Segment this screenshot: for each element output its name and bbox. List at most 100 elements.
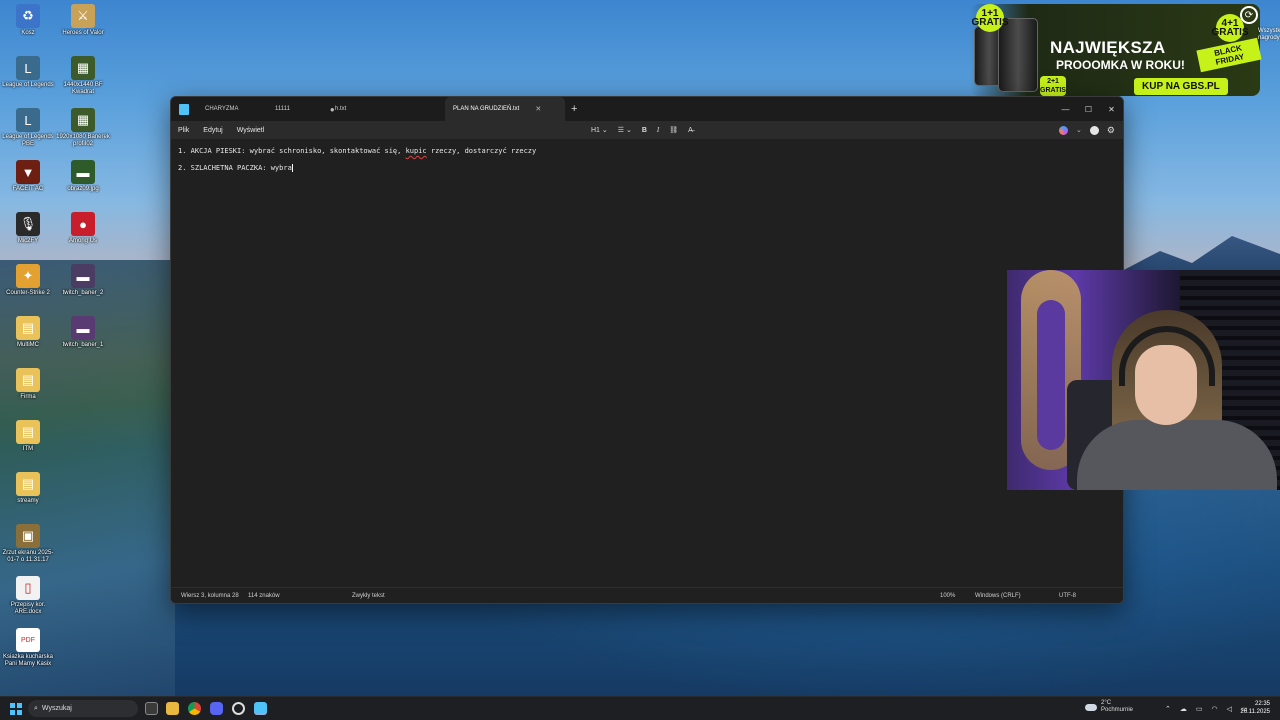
webcam-overlay bbox=[1007, 270, 1280, 490]
bold-button[interactable]: B bbox=[642, 127, 647, 134]
desktop-icon-glyph: ▬ bbox=[71, 264, 95, 288]
settings-gear-icon[interactable]: ⚙ bbox=[1107, 125, 1115, 136]
zoom-level[interactable]: 100% bbox=[940, 593, 955, 599]
encoding[interactable]: UTF-8 bbox=[1059, 593, 1076, 599]
editor-line-1: 1. AKCJA PIESKI: wybrać schronisko, skon… bbox=[178, 143, 1116, 160]
maximize-button[interactable]: ☐ bbox=[1077, 97, 1100, 121]
menu-view[interactable]: Wyświetl bbox=[237, 127, 265, 134]
desktop-icon[interactable]: ⚔ Heroes of Valor bbox=[55, 4, 111, 37]
desktop-icon[interactable]: ▣ Zrzut ekranu 2025-01-7 o 11.31.17 bbox=[0, 524, 56, 564]
italic-button[interactable]: I bbox=[657, 126, 659, 134]
desktop-icon-glyph: L bbox=[16, 108, 40, 132]
energy-drink-can-icon bbox=[998, 18, 1038, 92]
taskbar-search[interactable]: ⌕ Wyszukaj bbox=[28, 700, 138, 717]
desktop-icon-glyph: PDF bbox=[16, 628, 40, 652]
desktop-icon[interactable]: ▬ twitch_baner_1 bbox=[55, 316, 111, 349]
desktop-icon-glyph: ▤ bbox=[16, 472, 40, 496]
desktop-icon[interactable]: 🎙 Mic2FY bbox=[0, 212, 56, 245]
desktop-icon-glyph: ▬ bbox=[71, 316, 95, 340]
tab-label: 11111 bbox=[275, 106, 290, 112]
clock[interactable]: 22:35 26.11.2025 bbox=[1240, 700, 1270, 716]
line-ending[interactable]: Windows (CRLF) bbox=[975, 593, 1021, 599]
wifi-icon[interactable]: ◠ bbox=[1212, 705, 1218, 713]
close-tab-icon[interactable]: ✕ bbox=[535, 105, 541, 113]
heading-dropdown[interactable]: H1 ⌄ bbox=[591, 126, 608, 134]
title-bar: CHARYZMA 11111 ● h.txt PLAN NA GRUDZIEŃ.… bbox=[171, 97, 1123, 121]
desktop-icon-glyph: ▬ bbox=[71, 160, 95, 184]
taskbar: ⌕ Wyszukaj 2°C Pochmurnie ⌃ ☁ ▭ ◠ ◁ ▭ 22… bbox=[0, 696, 1280, 720]
chrome-icon[interactable] bbox=[188, 702, 201, 715]
obs-icon[interactable] bbox=[232, 702, 245, 715]
text-caret bbox=[291, 164, 293, 172]
cursor-position: Wiersz 3, kolumna 28 bbox=[181, 592, 239, 599]
minimize-button[interactable]: — bbox=[1054, 97, 1077, 121]
desktop-icon[interactable]: ✦ Counter-Strike 2 bbox=[0, 264, 56, 297]
desktop-icon[interactable]: ▤ MultiMC bbox=[0, 316, 56, 349]
volume-icon[interactable]: ◁ bbox=[1227, 705, 1232, 713]
desktop-icon[interactable]: ▦ 1920x1080 Banerek profiI02 bbox=[55, 108, 111, 148]
desktop-icon[interactable]: ▬ twitch_baner_2 bbox=[55, 264, 111, 297]
desktop-icon[interactable]: ▼ FACEIT AC bbox=[0, 160, 56, 193]
desktop-icon-label: 1920x1080 Banerek profiI02 bbox=[56, 134, 110, 147]
status-bar: Wiersz 3, kolumna 28 114 znaków Zwykły t… bbox=[171, 587, 1123, 603]
desktop-icon[interactable]: PDF Ksiazka kucharska Pani Mamy Kasix bbox=[0, 628, 56, 668]
desktop-icon-label: Ksiazka kucharska Pani Mamy Kasix bbox=[2, 654, 54, 667]
desktop-icon-glyph: ✦ bbox=[16, 264, 40, 288]
editor-line-2: 2. SZLACHETNA PACZKA: wybra bbox=[178, 160, 1116, 177]
text-format[interactable]: Zwykły tekst bbox=[352, 593, 385, 599]
desktop-icon-label: obraz09.jpg bbox=[67, 186, 99, 192]
desktop-icon[interactable]: ▦ 1440x1440 BF Kwadrat bbox=[55, 56, 111, 96]
right-tools: ⌄ ⚙ bbox=[1059, 121, 1115, 139]
tab-plan-na-grudzien[interactable]: PLAN NA GRUDZIEŃ.txt ✕ bbox=[445, 97, 565, 121]
weather-widget[interactable]: 2°C Pochmurnie bbox=[1085, 700, 1133, 714]
onedrive-icon[interactable]: ☁ bbox=[1180, 705, 1187, 713]
clear-format-icon[interactable]: A̶ bbox=[688, 127, 693, 134]
file-explorer-icon[interactable] bbox=[166, 702, 179, 715]
ad-headline: NAJWIĘKSZA bbox=[1050, 38, 1166, 57]
desktop-icon[interactable]: L League of Legends bbox=[0, 56, 56, 89]
ad-cta-button[interactable]: KUP NA GBS.PL bbox=[1134, 78, 1228, 95]
window-controls: — ☐ ✕ bbox=[1054, 97, 1123, 121]
desktop-icon-label: MultiMC bbox=[17, 342, 39, 348]
misspelled-word[interactable]: kupic bbox=[406, 147, 427, 155]
menu-file[interactable]: Plik bbox=[178, 127, 189, 134]
menu-edit[interactable]: Edytuj bbox=[203, 127, 222, 134]
notepad-window: CHARYZMA 11111 ● h.txt PLAN NA GRUDZIEŃ.… bbox=[170, 96, 1124, 604]
ad-banner[interactable]: 1+1 GRATIS 2+1 GRATIS 4+1 GRATIS NAJWIĘK… bbox=[970, 4, 1262, 96]
webcam-decor-hole bbox=[1037, 300, 1065, 450]
network-icon[interactable]: ▭ bbox=[1196, 705, 1203, 713]
desktop-icon[interactable]: ▬ obraz09.jpg bbox=[55, 160, 111, 193]
task-view-icon[interactable] bbox=[145, 702, 158, 715]
desktop-icon[interactable]: ♻ Kosz bbox=[0, 4, 56, 37]
search-placeholder: Wyszukaj bbox=[41, 705, 72, 712]
notepad-taskbar-icon[interactable] bbox=[254, 702, 267, 715]
desktop-icon-label: ITM bbox=[22, 446, 34, 452]
start-button[interactable] bbox=[10, 703, 22, 715]
tab-11111[interactable]: 11111 ● bbox=[267, 97, 335, 121]
desktop-icon-label: League of Legends bbox=[2, 82, 54, 88]
desktop-icon-label: Firma bbox=[20, 394, 36, 400]
desktop-icon[interactable]: ▤ ITM bbox=[0, 420, 56, 453]
desktop-icon[interactable]: ● Among Us bbox=[55, 212, 111, 245]
desktop-icon[interactable]: ▤ streamy bbox=[0, 472, 56, 505]
desktop-icon-label: Counter-Strike 2 bbox=[6, 290, 50, 296]
rewards-icon[interactable]: ⟳ bbox=[1240, 6, 1258, 24]
desktop-icon[interactable]: ▯ Przepisy kor. ARE.docx bbox=[0, 576, 56, 616]
desktop-icon[interactable]: L League of Legends PBE bbox=[0, 108, 56, 148]
copilot-icon[interactable] bbox=[1059, 125, 1069, 135]
chevron-down-icon[interactable]: ⌄ bbox=[1076, 126, 1082, 134]
desktop-icon[interactable]: ▤ Firma bbox=[0, 368, 56, 401]
list-dropdown[interactable]: ☰ ⌄ bbox=[618, 126, 632, 134]
new-tab-button[interactable]: + bbox=[571, 103, 577, 115]
account-avatar[interactable] bbox=[1089, 125, 1099, 135]
tab-charyzma[interactable]: CHARYZMA bbox=[197, 97, 267, 121]
desktop-icon-glyph: ▤ bbox=[16, 316, 40, 340]
tab-h-txt[interactable]: h.txt bbox=[327, 97, 445, 121]
text-editor[interactable]: 1. AKCJA PIESKI: wybrać schronisko, skon… bbox=[171, 139, 1123, 587]
tab-label: CHARYZMA bbox=[205, 106, 239, 112]
discord-icon[interactable] bbox=[210, 702, 223, 715]
link-icon[interactable]: ⛓ bbox=[669, 126, 678, 134]
chevron-up-icon[interactable]: ⌃ bbox=[1165, 705, 1171, 713]
format-toolbar: H1 ⌄ ☰ ⌄ B I ⛓ A̶ bbox=[591, 121, 693, 139]
close-window-button[interactable]: ✕ bbox=[1100, 97, 1123, 121]
